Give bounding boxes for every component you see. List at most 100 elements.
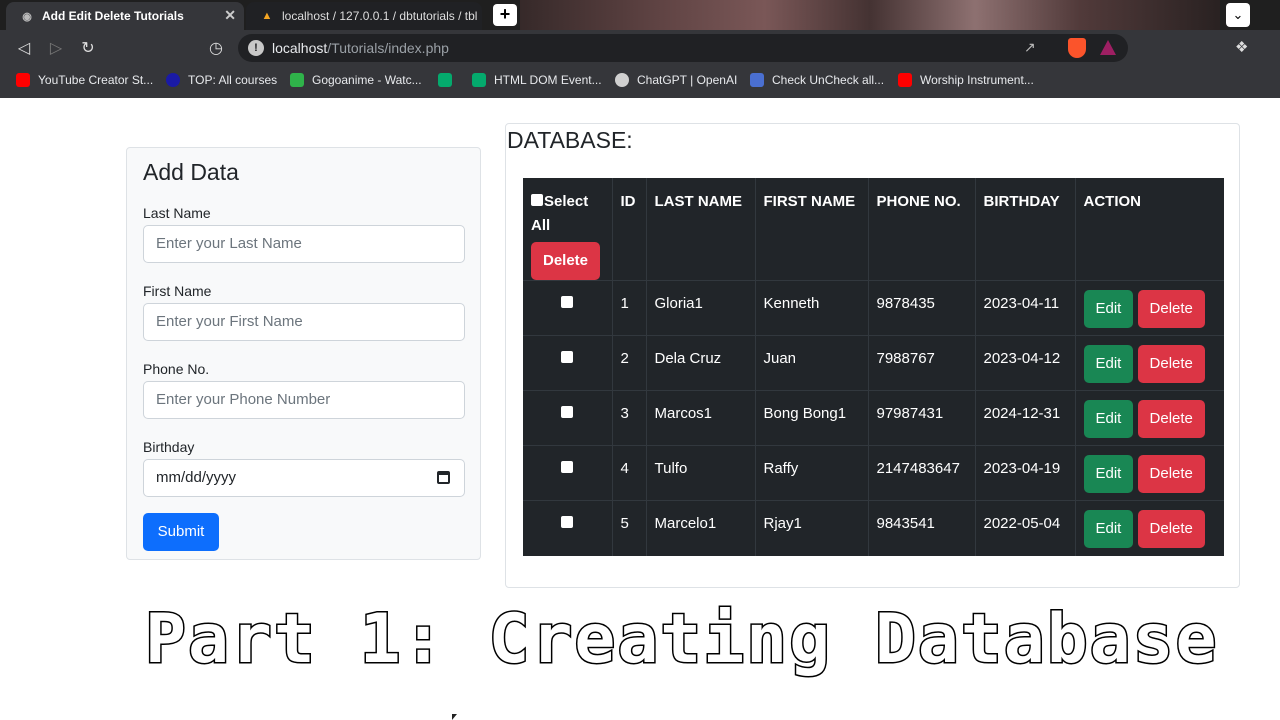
forward-icon[interactable]: ▷ <box>46 38 66 58</box>
tab-phpmyadmin[interactable]: ▲ localhost / 127.0.0.1 / dbtutorials / … <box>246 2 482 30</box>
bookmark-item[interactable]: Gogoanime - Watc... <box>290 73 422 87</box>
edit-button[interactable]: Edit <box>1083 455 1134 493</box>
tab-active[interactable]: ◉ Add Edit Delete Tutorials ✕ <box>6 2 244 30</box>
cell-birthday: 2022-05-04 <box>975 500 1076 556</box>
bulk-delete-button[interactable]: Delete <box>531 242 601 280</box>
cell-first-name: Kenneth <box>755 280 869 336</box>
url-text[interactable]: localhost/Tutorials/index.php <box>272 40 449 56</box>
delete-button[interactable]: Delete <box>1137 510 1205 548</box>
row-select-cell <box>523 335 613 391</box>
last-name-input[interactable]: Enter your Last Name <box>143 225 465 263</box>
cell-phone: 7988767 <box>868 335 976 391</box>
cell-phone: 9843541 <box>868 500 976 556</box>
column-header: BIRTHDAY <box>975 178 1076 281</box>
cell-phone: 2147483647 <box>868 445 976 501</box>
generic-icon <box>750 73 764 87</box>
cell-first-name: Raffy <box>755 445 869 501</box>
cell-birthday: 2023-04-11 <box>975 280 1076 336</box>
brave-shield-icon[interactable] <box>1068 38 1086 58</box>
cell-phone: 97987431 <box>868 390 976 446</box>
cell-actions: Edit Delete <box>1075 390 1224 446</box>
new-tab-button[interactable]: + <box>493 4 517 26</box>
cell-last-name: Marcos1 <box>646 390 756 446</box>
chevron-down-icon[interactable]: ⌄ <box>1226 3 1250 27</box>
video-background <box>520 0 1220 30</box>
table-row: 5 Marcelo1 Rjay1 9843541 2022-05-04 Edit… <box>523 500 1224 556</box>
table-row: 2 Dela Cruz Juan 7988767 2023-04-12 Edit… <box>523 335 1224 391</box>
table-row: 4 Tulfo Raffy 2147483647 2023-04-19 Edit… <box>523 445 1224 501</box>
row-checkbox[interactable] <box>561 296 574 308</box>
bookmark-item[interactable]: HTML DOM Event... <box>472 73 602 87</box>
row-checkbox[interactable] <box>561 461 574 473</box>
cell-first-name: Juan <box>755 335 869 391</box>
cell-first-name: Bong Bong1 <box>755 390 869 446</box>
edit-button[interactable]: Edit <box>1083 345 1134 383</box>
share-icon[interactable]: ↗ <box>1024 39 1036 56</box>
table-row: 3 Marcos1 Bong Bong1 97987431 2024-12-31… <box>523 390 1224 446</box>
edit-button[interactable]: Edit <box>1083 290 1134 328</box>
reload-icon[interactable]: ↻ <box>78 38 98 58</box>
select-all-header: Select All Delete <box>523 178 613 281</box>
delete-button[interactable]: Delete <box>1137 455 1205 493</box>
date-placeholder: mm/dd/yyyy <box>156 469 237 486</box>
tab-strip: ◉ Add Edit Delete Tutorials ✕ ▲ localhos… <box>0 0 1280 30</box>
cell-actions: Edit Delete <box>1075 280 1224 336</box>
tab-title: Add Edit Delete Tutorials <box>42 9 184 23</box>
browser-chrome: ◉ Add Edit Delete Tutorials ✕ ▲ localhos… <box>0 0 1280 98</box>
row-checkbox[interactable] <box>561 351 574 363</box>
select-all-checkbox[interactable] <box>531 194 543 206</box>
cell-actions: Edit Delete <box>1075 500 1224 556</box>
bookmark-item[interactable]: Worship Instrument... <box>898 73 1034 87</box>
brave-rewards-icon[interactable] <box>1100 40 1116 55</box>
cell-birthday: 2024-12-31 <box>975 390 1076 446</box>
mouse-cursor-icon <box>452 714 457 720</box>
delete-button[interactable]: Delete <box>1137 400 1205 438</box>
bookmark-item[interactable]: TOP: All courses <box>166 73 277 87</box>
phone-label: Phone No. <box>143 361 210 377</box>
form-title: Add Data <box>143 159 239 185</box>
submit-button[interactable]: Submit <box>143 513 219 551</box>
column-header: LAST NAME <box>646 178 756 281</box>
first-name-label: First Name <box>143 283 212 299</box>
column-header: ACTION <box>1083 193 1142 210</box>
edit-button[interactable]: Edit <box>1083 510 1134 548</box>
cell-id: 3 <box>612 390 647 446</box>
bookmark-item[interactable]: Check UnCheck all... <box>750 73 884 87</box>
delete-button[interactable]: Delete <box>1137 345 1205 383</box>
bookmark-item[interactable] <box>438 73 460 87</box>
row-checkbox[interactable] <box>561 406 574 418</box>
toolbar: ◁ ▷ ↻ ◷ ! localhost/Tutorials/index.php … <box>0 30 1280 66</box>
row-checkbox[interactable] <box>561 516 574 528</box>
row-select-cell <box>523 500 613 556</box>
youtube-icon <box>898 73 912 87</box>
extensions-icon[interactable]: ❖ <box>1235 38 1248 56</box>
bookmark-item[interactable]: ChatGPT | OpenAI <box>615 73 737 87</box>
top-icon <box>166 73 180 87</box>
birthday-label: Birthday <box>143 439 195 455</box>
cell-actions: Edit Delete <box>1075 445 1224 501</box>
site-info-icon[interactable]: ! <box>248 40 264 56</box>
add-data-form: Add Data Last Name Enter your Last Name … <box>126 147 481 560</box>
delete-button[interactable]: Delete <box>1137 290 1205 328</box>
cell-id: 4 <box>612 445 647 501</box>
tab-title: localhost / 127.0.0.1 / dbtutorials / tb… <box>282 9 477 23</box>
birthday-input[interactable]: mm/dd/yyyy <box>143 459 465 497</box>
cell-first-name: Rjay1 <box>755 500 869 556</box>
last-name-label: Last Name <box>143 205 211 221</box>
address-bar[interactable]: ! localhost/Tutorials/index.php ↗ <box>238 34 1128 62</box>
back-icon[interactable]: ◁ <box>14 38 34 58</box>
close-icon[interactable]: ✕ <box>224 7 236 24</box>
edit-button[interactable]: Edit <box>1083 400 1134 438</box>
bookmark-item[interactable]: YouTube Creator St... <box>16 73 153 87</box>
database-table: Select All Delete ID LAST NAME FIRST NAM… <box>523 178 1224 556</box>
bookmark-icon[interactable]: ◷ <box>206 38 226 58</box>
w3-icon <box>472 73 486 87</box>
globe-icon: ◉ <box>22 10 32 23</box>
bookmarks-bar: YouTube Creator St... TOP: All courses G… <box>0 66 1280 98</box>
openai-icon <box>615 73 629 87</box>
first-name-input[interactable]: Enter your First Name <box>143 303 465 341</box>
calendar-icon[interactable] <box>437 471 450 484</box>
w3-icon <box>438 73 452 87</box>
phone-input[interactable]: Enter your Phone Number <box>143 381 465 419</box>
table-header-row: Select All Delete ID LAST NAME FIRST NAM… <box>523 178 1224 281</box>
